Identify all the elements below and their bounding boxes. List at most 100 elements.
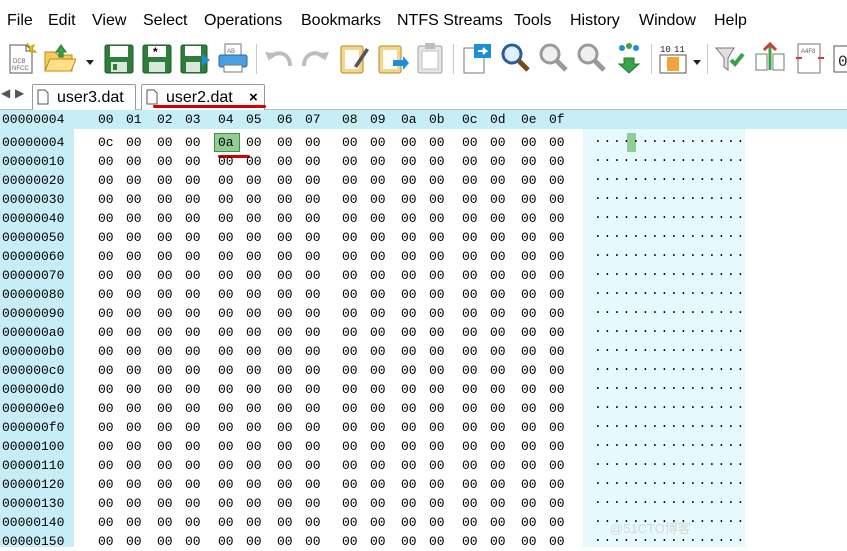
hex-byte[interactable]: 00 <box>98 418 118 437</box>
ascii-text[interactable]: ................ <box>594 281 746 300</box>
hex-byte[interactable]: 00 <box>305 361 325 380</box>
hex-byte[interactable]: 00 <box>521 456 541 475</box>
hex-byte[interactable]: 00 <box>370 171 390 190</box>
hex-byte[interactable]: 00 <box>429 152 449 171</box>
ascii-text[interactable]: ................ <box>594 186 746 205</box>
hex-byte[interactable]: 00 <box>98 513 118 532</box>
hex-byte[interactable]: 00 <box>157 437 177 456</box>
hex-byte[interactable]: 00 <box>462 361 482 380</box>
hex-byte[interactable]: 00 <box>462 228 482 247</box>
hex-byte[interactable]: 00 <box>218 171 238 190</box>
save-as-button[interactable]: * <box>140 40 174 76</box>
hex-byte[interactable]: 00 <box>521 133 541 152</box>
hex-byte[interactable]: 00 <box>157 494 177 513</box>
ascii-text[interactable]: ................ <box>594 414 746 433</box>
hex-byte[interactable]: 00 <box>549 513 569 532</box>
find-button[interactable] <box>498 40 532 76</box>
ascii-text[interactable]: ................ <box>594 471 746 490</box>
hex-byte[interactable]: 00 <box>185 171 205 190</box>
hex-byte[interactable]: 00 <box>98 152 118 171</box>
hex-byte[interactable]: 00 <box>277 152 297 171</box>
hex-byte[interactable]: 00 <box>98 190 118 209</box>
hex-byte[interactable]: 00 <box>429 361 449 380</box>
hex-byte[interactable]: 00 <box>277 171 297 190</box>
hex-byte[interactable]: 00 <box>521 380 541 399</box>
hex-byte[interactable]: 00 <box>462 418 482 437</box>
hex-byte[interactable]: 00 <box>218 266 238 285</box>
hex-byte[interactable]: 00 <box>126 532 146 551</box>
hex-byte[interactable]: 00 <box>342 247 362 266</box>
hex-byte[interactable]: 00 <box>401 190 421 209</box>
hex-byte[interactable]: 00 <box>185 190 205 209</box>
hex-byte[interactable]: 00 <box>370 190 390 209</box>
menu-bookmarks[interactable]: Bookmarks <box>301 11 381 31</box>
hex-byte[interactable]: 00 <box>521 171 541 190</box>
hex-byte[interactable]: 00 <box>246 418 266 437</box>
hex-byte[interactable]: 00 <box>490 342 510 361</box>
hex-byte[interactable]: 00 <box>401 418 421 437</box>
hex-byte[interactable]: 00 <box>98 437 118 456</box>
hex-byte[interactable]: 00 <box>429 399 449 418</box>
ascii-text[interactable]: ................ <box>594 167 746 186</box>
hex-byte[interactable]: 00 <box>185 494 205 513</box>
hex-byte[interactable]: 00 <box>549 437 569 456</box>
hex-byte[interactable]: 00 <box>462 475 482 494</box>
hex-byte[interactable]: 00 <box>305 342 325 361</box>
hex-byte[interactable]: 00 <box>157 380 177 399</box>
hex-byte[interactable]: 00 <box>549 380 569 399</box>
hex-byte[interactable]: 00 <box>549 228 569 247</box>
hex-byte[interactable]: 00 <box>462 190 482 209</box>
hex-byte[interactable]: 00 <box>401 475 421 494</box>
print-button[interactable]: AB <box>216 40 250 76</box>
hex-byte[interactable]: 00 <box>126 494 146 513</box>
menu-operations[interactable]: Operations <box>204 11 282 31</box>
hex-byte[interactable]: 00 <box>342 171 362 190</box>
hex-byte[interactable]: 00 <box>277 304 297 323</box>
hex-byte[interactable]: 00 <box>305 494 325 513</box>
hex-byte[interactable]: 00 <box>126 380 146 399</box>
hex-byte[interactable]: 00 <box>490 456 510 475</box>
binary-button[interactable]: 0 <box>830 40 847 76</box>
hex-byte[interactable]: 00 <box>157 361 177 380</box>
hex-byte[interactable]: 00 <box>305 266 325 285</box>
hex-byte[interactable]: 00 <box>277 513 297 532</box>
hex-byte[interactable]: 00 <box>370 266 390 285</box>
hex-byte[interactable]: 00 <box>246 456 266 475</box>
tab-scroll-left-button[interactable]: ◀ <box>1 86 10 100</box>
hex-byte[interactable]: 00 <box>490 418 510 437</box>
ascii-text[interactable]: ................ <box>594 338 746 357</box>
hex-byte[interactable]: 00 <box>429 437 449 456</box>
hex-byte[interactable]: 00 <box>429 532 449 551</box>
ascii-text[interactable]: ................ <box>594 490 746 509</box>
hex-byte[interactable]: 00 <box>218 456 238 475</box>
ascii-text[interactable]: ................ <box>594 148 746 167</box>
hex-byte[interactable]: 00 <box>185 513 205 532</box>
hex-byte[interactable]: 00 <box>277 209 297 228</box>
hex-byte[interactable]: 00 <box>185 361 205 380</box>
hex-byte[interactable]: 00 <box>98 475 118 494</box>
hex-byte[interactable]: 00 <box>185 532 205 551</box>
hex-byte[interactable]: 00 <box>462 494 482 513</box>
hex-byte[interactable]: 00 <box>246 152 266 171</box>
new-file-button[interactable]: DCB NFCC <box>5 40 39 76</box>
hex-byte[interactable]: 00 <box>462 285 482 304</box>
hex-byte[interactable]: 00 <box>157 513 177 532</box>
hex-byte[interactable]: 00 <box>246 171 266 190</box>
hex-byte[interactable]: 00 <box>246 437 266 456</box>
hex-byte[interactable]: 00 <box>429 190 449 209</box>
hex-byte[interactable]: 00 <box>490 323 510 342</box>
hex-byte[interactable]: 00 <box>157 228 177 247</box>
hex-byte[interactable]: 00 <box>370 399 390 418</box>
hex-byte[interactable]: 00 <box>277 247 297 266</box>
hex-byte[interactable]: 00 <box>185 380 205 399</box>
hex-byte[interactable]: 00 <box>126 171 146 190</box>
edit-copy-button[interactable] <box>337 40 371 76</box>
hex-byte[interactable]: 00 <box>401 152 421 171</box>
hex-byte[interactable]: 00 <box>185 209 205 228</box>
hex-byte[interactable]: 00 <box>218 532 238 551</box>
redo-button[interactable] <box>298 40 332 76</box>
hex-byte[interactable]: 00 <box>98 247 118 266</box>
hex-byte[interactable]: 00 <box>157 456 177 475</box>
hex-byte[interactable]: 00 <box>277 475 297 494</box>
hex-byte[interactable]: 00 <box>370 152 390 171</box>
